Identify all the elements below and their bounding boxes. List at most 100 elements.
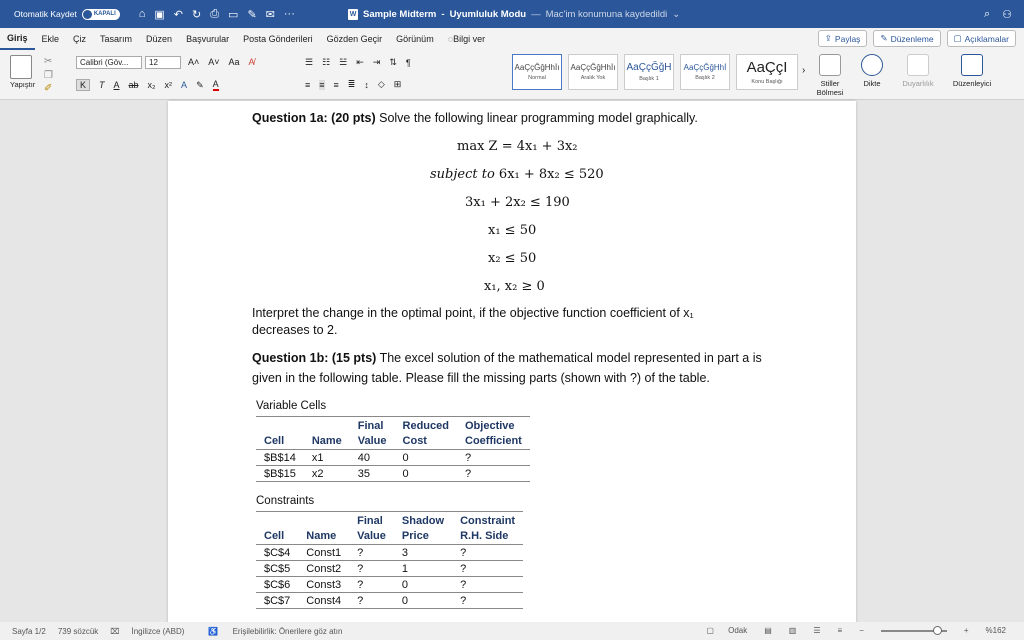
shading-icon[interactable]: ◇	[378, 79, 385, 90]
table-cell: ?	[457, 449, 530, 466]
share-button[interactable]: ⇪ Paylaş	[817, 30, 868, 47]
constraint-3: x₁ ≤ 50	[488, 223, 537, 238]
table-cell: ?	[452, 560, 524, 577]
italic-icon[interactable]: T	[99, 80, 105, 90]
font-size-select[interactable]: 12	[145, 56, 181, 69]
styles-pane-button[interactable]: Stiller Bölmesi	[808, 54, 852, 97]
increase-indent-icon[interactable]: ⇥	[373, 57, 381, 68]
search-icon[interactable]: ⌕	[984, 8, 990, 21]
clear-format-icon[interactable]: A̸	[249, 57, 255, 67]
superscript-icon[interactable]: x²	[165, 80, 173, 90]
multilevel-icon[interactable]: ☱	[339, 57, 347, 68]
tab-insert[interactable]: Ekle	[35, 28, 67, 50]
borders-icon[interactable]: ⊞	[394, 79, 402, 90]
document-title-area[interactable]: W Sample Midterm - Uyumluluk Modu — Mac'…	[348, 0, 680, 28]
format-painter-icon[interactable]: ✐	[44, 83, 52, 94]
constraint-1: subject to 6x₁ + 8x₂ ≤ 520	[430, 167, 604, 182]
outline-view-icon[interactable]: ☰	[813, 626, 820, 635]
language-status[interactable]: İngilizce (ABD)	[132, 627, 185, 636]
save-icon[interactable]: ▣	[154, 8, 164, 21]
grow-font-icon[interactable]: A˄	[188, 57, 199, 67]
align-center-icon[interactable]: ≡	[319, 79, 325, 90]
align-left-icon[interactable]: ≡	[305, 80, 310, 90]
zoom-out-icon[interactable]: −	[859, 626, 864, 635]
tab-tell-me[interactable]: ◌ Bilgi ver	[441, 28, 492, 50]
editing-button[interactable]: ✎ Düzenleme	[873, 30, 941, 47]
table-cell: Const2	[298, 560, 350, 577]
zoom-thumb[interactable]	[932, 625, 942, 635]
tab-design[interactable]: Tasarım	[93, 28, 139, 50]
tab-home[interactable]: Giriş	[0, 28, 35, 50]
tab-mailings[interactable]: Posta Gönderileri	[236, 28, 320, 50]
page-count[interactable]: Sayfa 1/2	[12, 627, 46, 636]
table-cell: 3	[393, 544, 453, 561]
pilcrow-icon[interactable]: ¶	[406, 58, 411, 68]
table-cell: $C$5	[256, 560, 299, 577]
zoom-slider[interactable]	[880, 625, 947, 635]
sort-icon[interactable]: ⇅	[389, 57, 397, 68]
bold-icon[interactable]: K	[76, 79, 91, 91]
table-row: $B$14 x1 40 0?	[256, 449, 530, 466]
subscript-icon[interactable]: x₂	[148, 80, 156, 90]
text-effects-icon[interactable]: A	[181, 80, 187, 90]
sensitivity-button[interactable]: Duyarlılık	[896, 54, 940, 88]
shrink-font-icon[interactable]: A˅	[208, 57, 219, 67]
editor-button[interactable]: Düzenleyici	[950, 54, 994, 88]
undo-icon[interactable]: ↶	[174, 8, 183, 21]
font-name-select[interactable]: Calibri (Göv...	[76, 56, 142, 69]
underline-icon[interactable]: A	[114, 80, 120, 90]
print-icon[interactable]: ⎙	[210, 8, 219, 21]
web-layout-icon[interactable]: ▥	[789, 626, 797, 635]
subject-to: subject to	[430, 167, 495, 182]
document-page[interactable]: Question 1a: (20 pts) Solve the followin…	[168, 101, 856, 631]
paste-icon[interactable]	[10, 55, 32, 79]
zoom-in-icon[interactable]: +	[964, 626, 969, 635]
chevron-down-icon: ⌄	[672, 8, 681, 20]
copy-icon[interactable]: ❐	[44, 70, 53, 81]
more-icon[interactable]: ···	[284, 8, 295, 20]
justify-icon[interactable]: ≣	[348, 79, 356, 90]
print-layout-icon[interactable]: ▤	[764, 626, 772, 635]
account-icon[interactable]: ⚇	[1002, 8, 1012, 21]
line-spacing-icon[interactable]: ↕	[364, 80, 369, 90]
accessibility-status[interactable]: ♿ Erişilebilirlik: Önerilere göz atın	[196, 627, 342, 636]
focus-button[interactable]: ▢ Odak	[706, 626, 747, 635]
align-right-icon[interactable]: ≡	[334, 80, 339, 90]
table-row: $B$15 x2 35 0?	[256, 465, 530, 482]
comments-button[interactable]: ▢ Açıklamalar	[946, 30, 1016, 47]
word-count[interactable]: 739 sözcük	[58, 627, 98, 636]
autosave-toggle[interactable]: KAPALI	[81, 8, 120, 20]
style-title[interactable]: AaÇçI Konu Başlığı	[736, 54, 798, 90]
editor-label: Düzenleyici	[952, 79, 992, 88]
zoom-level[interactable]: %162	[986, 626, 1006, 635]
draft-view-icon[interactable]: ≡	[838, 626, 843, 635]
style-heading-2[interactable]: AaÇçĞğHhİ Başlık 2	[680, 54, 730, 90]
q1a-heading: Question 1a: (20 pts)	[252, 111, 376, 125]
font-color-icon[interactable]: A	[212, 79, 219, 91]
tab-layout[interactable]: Düzen	[139, 28, 179, 50]
highlight-icon[interactable]: ✎	[196, 80, 204, 91]
strikethrough-icon[interactable]: ab	[129, 80, 139, 90]
change-case-icon[interactable]: Aa	[229, 57, 240, 67]
style-heading-1[interactable]: AaÇçĞğH Başlık 1	[624, 54, 674, 90]
table-cell: $B$14	[256, 449, 304, 466]
tab-references[interactable]: Başvurular	[179, 28, 236, 50]
tab-review[interactable]: Gözden Geçir	[320, 28, 390, 50]
proofing-icon[interactable]: ⌧	[110, 627, 119, 636]
home-icon[interactable]: ⌂	[139, 8, 146, 20]
numbering-icon[interactable]: ☷	[322, 57, 330, 68]
q1a-text: Solve the following linear programming m…	[375, 111, 698, 125]
style-no-spacing[interactable]: AaÇçĞğHhİı Aralık Yok	[568, 54, 618, 90]
redo-icon[interactable]: ↻	[192, 8, 201, 21]
dictate-button[interactable]: Dikte	[850, 54, 894, 88]
decrease-indent-icon[interactable]: ⇤	[356, 57, 364, 68]
mail-icon[interactable]: ✉	[266, 8, 275, 21]
tab-view[interactable]: Görünüm	[389, 28, 441, 50]
edit-doc-icon[interactable]: ✎	[247, 8, 256, 21]
bullets-icon[interactable]: ☰	[305, 57, 313, 68]
cut-icon[interactable]: ✂	[44, 56, 52, 67]
new-doc-icon[interactable]: ▭	[228, 8, 238, 21]
chevron-right-icon[interactable]: ›	[802, 65, 805, 76]
tab-draw[interactable]: Çiz	[66, 28, 93, 50]
style-normal[interactable]: AaÇçĞğHhİı Normal	[512, 54, 562, 90]
